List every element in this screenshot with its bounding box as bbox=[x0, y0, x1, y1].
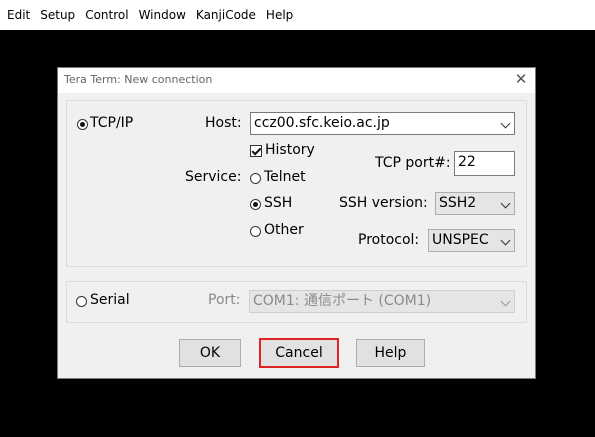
ssh-label: SSH bbox=[264, 195, 293, 211]
tcp-port-value: 22 bbox=[458, 154, 476, 170]
ssh-version-select[interactable]: SSH2 bbox=[435, 192, 515, 215]
close-icon[interactable]: ✕ bbox=[514, 71, 528, 87]
menu-setup[interactable]: Setup bbox=[35, 5, 80, 25]
menu-kanjicode[interactable]: KanjiCode bbox=[191, 5, 261, 25]
tcpip-group: TCP/IP Host: ccz00.sfc.keio.ac.jp Histor… bbox=[66, 100, 527, 267]
protocol-select[interactable]: UNSPEC bbox=[428, 229, 515, 252]
tcp-port-label: TCP port#: bbox=[375, 155, 451, 171]
serial-label: Serial bbox=[90, 292, 130, 308]
service-label: Service: bbox=[185, 169, 242, 185]
other-label: Other bbox=[264, 222, 304, 238]
host-label: Host: bbox=[205, 115, 242, 131]
telnet-label: Telnet bbox=[264, 169, 306, 185]
menu-window[interactable]: Window bbox=[134, 5, 191, 25]
port-select[interactable]: COM1: 通信ポート (COM1) bbox=[249, 290, 515, 313]
protocol-label: Protocol: bbox=[358, 232, 420, 248]
dialog-titlebar[interactable]: Tera Term: New connection ✕ bbox=[58, 68, 535, 93]
chevron-down-icon bbox=[500, 198, 511, 209]
port-label: Port: bbox=[208, 292, 241, 308]
menu-edit[interactable]: Edit bbox=[0, 5, 35, 25]
menu-control[interactable]: Control bbox=[80, 5, 133, 25]
tcpip-radio[interactable] bbox=[77, 119, 88, 130]
dialog-title: Tera Term: New connection bbox=[64, 73, 213, 86]
history-label: History bbox=[265, 142, 315, 158]
chevron-down-icon bbox=[500, 235, 511, 246]
chevron-down-icon bbox=[500, 296, 511, 307]
serial-radio[interactable] bbox=[76, 296, 87, 307]
tcp-port-input[interactable]: 22 bbox=[454, 151, 515, 176]
menu-bar: Edit Setup Control Window KanjiCode Help bbox=[0, 0, 595, 30]
chevron-down-icon bbox=[500, 118, 511, 129]
ok-button[interactable]: OK bbox=[179, 339, 241, 367]
telnet-radio[interactable] bbox=[250, 173, 261, 184]
new-connection-dialog: Tera Term: New connection ✕ TCP/IP Host:… bbox=[57, 67, 536, 379]
protocol-value: UNSPEC bbox=[432, 232, 489, 248]
other-radio[interactable] bbox=[250, 226, 261, 237]
host-combobox[interactable]: ccz00.sfc.keio.ac.jp bbox=[250, 112, 515, 135]
menu-help[interactable]: Help bbox=[261, 5, 298, 25]
history-checkbox[interactable] bbox=[250, 145, 262, 157]
ssh-version-label: SSH version: bbox=[339, 195, 428, 211]
ssh-radio[interactable] bbox=[250, 199, 261, 210]
help-button[interactable]: Help bbox=[356, 339, 425, 367]
tcpip-label: TCP/IP bbox=[90, 115, 134, 131]
host-value: ccz00.sfc.keio.ac.jp bbox=[254, 115, 390, 131]
port-value: COM1: 通信ポート (COM1) bbox=[253, 293, 432, 309]
serial-group: Serial Port: COM1: 通信ポート (COM1) bbox=[66, 281, 527, 323]
ssh-version-value: SSH2 bbox=[439, 195, 477, 211]
cancel-button[interactable]: Cancel bbox=[259, 338, 339, 368]
